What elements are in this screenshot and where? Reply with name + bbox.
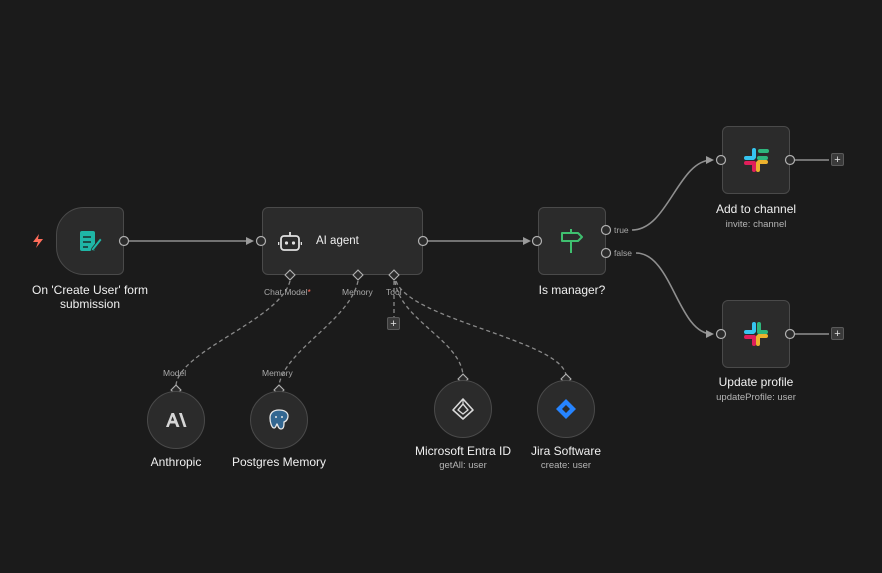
edge-false-to-update-profile[interactable] (635, 252, 714, 338)
postgres-memory-label: Postgres Memory (231, 455, 327, 469)
postgres-icon (269, 409, 289, 430)
slack-icon (744, 148, 769, 172)
edge-tool-to-entra[interactable] (394, 280, 464, 376)
add-channel-output-port[interactable] (784, 154, 796, 166)
robot-icon (278, 232, 302, 251)
workflow-canvas[interactable]: On 'Create User' form submission AI agen… (0, 0, 882, 573)
anthropic-icon (166, 413, 187, 427)
update-profile-sublabel: updateProfile: user (716, 392, 796, 403)
add-channel-label: Add to channel (715, 202, 797, 216)
memory-port-label: Memory (342, 287, 373, 297)
agent-memory-port[interactable] (352, 269, 364, 281)
entra-icon (452, 398, 474, 420)
model-port-label: Model (163, 368, 187, 378)
add-after-profile-button[interactable]: + (831, 327, 844, 340)
is-manager-label: Is manager? (538, 283, 606, 297)
add-channel-sublabel: invite: channel (725, 219, 787, 230)
update-profile-input-port[interactable] (715, 328, 727, 340)
lightning-bolt-icon (33, 234, 43, 248)
anthropic-label: Anthropic (150, 455, 202, 469)
agent-chat-model-port[interactable] (284, 269, 296, 281)
agent-input-port[interactable] (255, 235, 267, 247)
tool-port-label: Tool (386, 287, 402, 297)
anthropic-node[interactable] (147, 391, 205, 449)
branch-true-label: true (614, 225, 629, 235)
jira-software-node[interactable] (537, 380, 595, 438)
entra-id-node[interactable] (434, 380, 492, 438)
required-asterisk: * (307, 287, 311, 297)
condition-input-port[interactable] (531, 235, 543, 247)
trigger-output-port[interactable] (118, 235, 130, 247)
false-output-port[interactable] (600, 247, 612, 259)
signpost-icon (561, 229, 583, 253)
agent-tool-port[interactable] (388, 269, 400, 281)
trigger-label-line1: On 'Create User' form (32, 283, 148, 297)
branch-false-label: false (614, 248, 632, 258)
form-icon (78, 228, 102, 254)
jira-software-label: Jira Software (530, 444, 602, 458)
memory-sub-port-label: Memory (262, 368, 293, 378)
update-profile-output-port[interactable] (784, 328, 796, 340)
add-after-channel-button[interactable]: + (831, 153, 844, 166)
add-tool-button[interactable]: + (387, 317, 400, 330)
update-profile-label: Update profile (718, 375, 794, 389)
chat-model-port-label: Chat Model* (264, 287, 311, 297)
agent-output-port[interactable] (417, 235, 429, 247)
jira-icon (556, 399, 576, 419)
slack-icon (744, 322, 768, 346)
jira-software-sublabel: create: user (540, 460, 592, 471)
agent-title: AI agent (316, 235, 359, 247)
add-channel-input-port[interactable] (715, 154, 727, 166)
postgres-memory-node[interactable] (250, 391, 308, 449)
true-output-port[interactable] (600, 224, 612, 236)
chat-model-text: Chat Model (264, 287, 308, 297)
trigger-label-line2: submission (59, 297, 121, 311)
